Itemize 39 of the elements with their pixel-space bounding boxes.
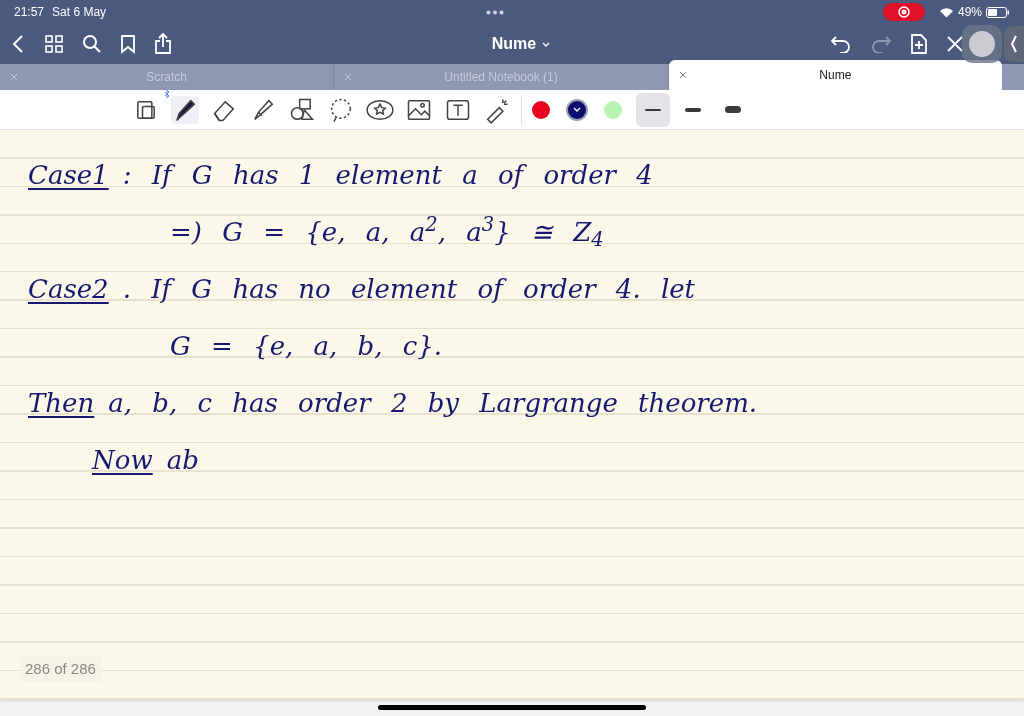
notebook-tab[interactable]: Nume — [668, 60, 1002, 90]
notebook-title-button[interactable]: Nume — [491, 32, 551, 56]
page-counter: 286 of 286 — [20, 655, 101, 682]
bookmark-icon[interactable] — [120, 34, 136, 54]
status-time: 21:57 — [14, 4, 45, 21]
color-swatch[interactable] — [568, 100, 586, 119]
pen-tool-icon[interactable] — [171, 95, 199, 124]
chevron-left-icon — [1010, 34, 1018, 54]
handwritten-text: G = {e, a, b, c}. — [170, 330, 443, 363]
add-page-icon[interactable] — [910, 33, 928, 55]
handwritten-heading: Case2 — [28, 273, 109, 306]
handwritten-text: =) G = {e, a, a$^{2}$, a$^{3}$} ≅ Z$_{4}$ — [170, 213, 604, 252]
handwritten-text: a, b, c has order 2 by Largrange theorem. — [108, 387, 758, 420]
back-icon[interactable] — [10, 34, 26, 54]
handwritten-heading: Case1 — [28, 159, 109, 192]
handwritten-heading: Now — [92, 444, 153, 477]
status-date: Sat 6 May — [52, 4, 107, 21]
handwritten-text: : If G has 1 element a of order 4 — [122, 159, 653, 192]
close-tab-icon[interactable] — [678, 71, 687, 79]
handwritten-heading: Then — [28, 387, 95, 420]
wifi-icon — [938, 6, 954, 18]
close-icon[interactable] — [946, 35, 964, 53]
share-icon[interactable] — [154, 33, 172, 55]
color-swatch[interactable] — [532, 100, 550, 119]
grid-icon[interactable] — [44, 34, 64, 54]
undo-icon[interactable] — [830, 35, 852, 53]
search-icon[interactable] — [82, 34, 102, 54]
stroke-width-button[interactable] — [636, 92, 670, 127]
handwritten-text: . If G has no element of order 4. let — [122, 273, 696, 306]
more-dots-icon — [485, 9, 504, 15]
chevron-down-icon — [542, 41, 551, 48]
battery-icon — [986, 6, 1010, 18]
color-swatch[interactable] — [604, 100, 622, 119]
bluetooth-icon — [165, 89, 170, 98]
assistive-touch-button[interactable] — [962, 25, 1002, 63]
handwritten-text: ab — [166, 444, 199, 477]
battery-percent: 49% — [957, 4, 982, 21]
screen-recording-indicator[interactable] — [882, 3, 925, 21]
side-pull-tab[interactable] — [1004, 26, 1024, 62]
